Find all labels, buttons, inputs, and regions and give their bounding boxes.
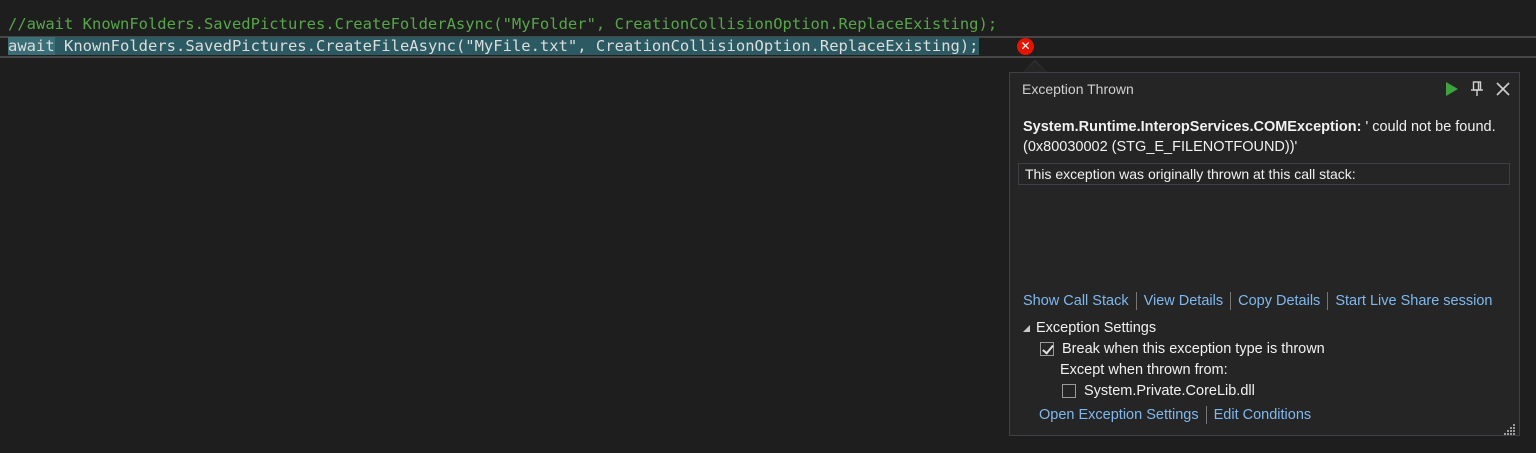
callstack-header: This exception was originally thrown at … [1018,163,1510,185]
code-line-current[interactable]: await KnownFolders.SavedPictures.CreateF… [8,35,979,57]
except-when-label: Except when thrown from: [1060,362,1228,378]
corelib-row[interactable]: System.Private.CoreLib.dll [1062,381,1255,401]
play-icon[interactable] [1441,79,1461,99]
exception-settings-toggle[interactable]: Exception Settings [1023,318,1156,338]
divider [1230,292,1232,310]
exception-popup: Exception Thrown System.Runtime.InteropS… [1009,61,1520,436]
code-line-commented[interactable]: //await KnownFolders.SavedPictures.Creat… [8,13,997,35]
keyword-await[interactable]: await [8,37,55,55]
divider [1135,292,1137,310]
edit-conditions-link[interactable]: Edit Conditions [1214,404,1312,426]
pin-icon[interactable] [1467,79,1487,99]
exception-type: System.Runtime.InteropServices.COMExcept… [1023,119,1362,135]
corelib-label: System.Private.CoreLib.dll [1084,383,1255,399]
show-call-stack-link[interactable]: Show Call Stack [1023,290,1129,312]
exception-actions: Show Call Stack View Details Copy Detail… [1023,290,1492,312]
open-exception-settings-link[interactable]: Open Exception Settings [1039,404,1199,426]
corelib-checkbox[interactable] [1062,384,1076,398]
popup-title: Exception Thrown [1022,81,1134,97]
break-when-thrown-label: Break when this exception type is thrown [1062,341,1325,357]
copy-details-link[interactable]: Copy Details [1238,290,1320,312]
break-when-thrown-checkbox[interactable] [1040,342,1054,356]
triangle-expanded-icon [1023,324,1030,332]
exception-message: System.Runtime.InteropServices.COMExcept… [1023,117,1503,157]
settings-actions: Open Exception Settings Edit Conditions [1039,404,1311,426]
live-share-link[interactable]: Start Live Share session [1335,290,1492,312]
resize-grip-icon[interactable] [1504,420,1516,435]
break-when-thrown-row[interactable]: Break when this exception type is thrown [1040,339,1325,359]
code-statement[interactable]: KnownFolders.SavedPictures.CreateFileAsy… [54,37,979,55]
popup-pointer-fill [1023,61,1047,72]
exception-settings-header: Exception Settings [1036,320,1157,336]
close-icon[interactable] [1493,79,1513,99]
divider [1205,406,1207,424]
error-icon[interactable]: ✕ [1017,38,1034,55]
view-details-link[interactable]: View Details [1144,290,1224,312]
divider [1327,292,1329,310]
